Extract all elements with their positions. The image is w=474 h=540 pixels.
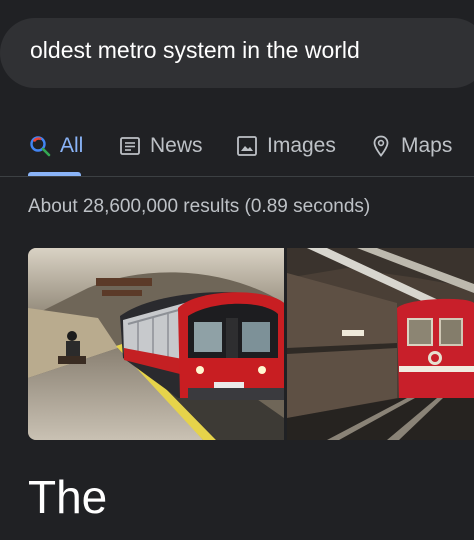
search-query-text[interactable]: oldest metro system in the world (30, 37, 360, 64)
search-icon (28, 134, 52, 158)
news-icon (118, 134, 142, 158)
tabs-divider (0, 176, 474, 177)
tab-all[interactable]: All (28, 126, 83, 166)
tab-label: All (60, 134, 84, 157)
tab-label: News (150, 134, 203, 157)
result-stats: About 28,600,000 results (0.89 seconds) (28, 196, 371, 217)
metro-image-tunel[interactable] (287, 248, 474, 440)
tab-maps[interactable]: Maps (369, 126, 452, 166)
tab-images[interactable]: Images (235, 126, 336, 166)
search-tabs: All News Images Maps (0, 126, 474, 176)
location-pin-icon (369, 134, 393, 158)
tab-label: Images (267, 134, 336, 157)
tab-label: Maps (401, 134, 453, 157)
metro-image-london[interactable] (28, 248, 284, 440)
tab-news[interactable]: News (118, 126, 203, 166)
image-icon (235, 134, 259, 158)
answer-snippet-text: The (28, 471, 108, 523)
